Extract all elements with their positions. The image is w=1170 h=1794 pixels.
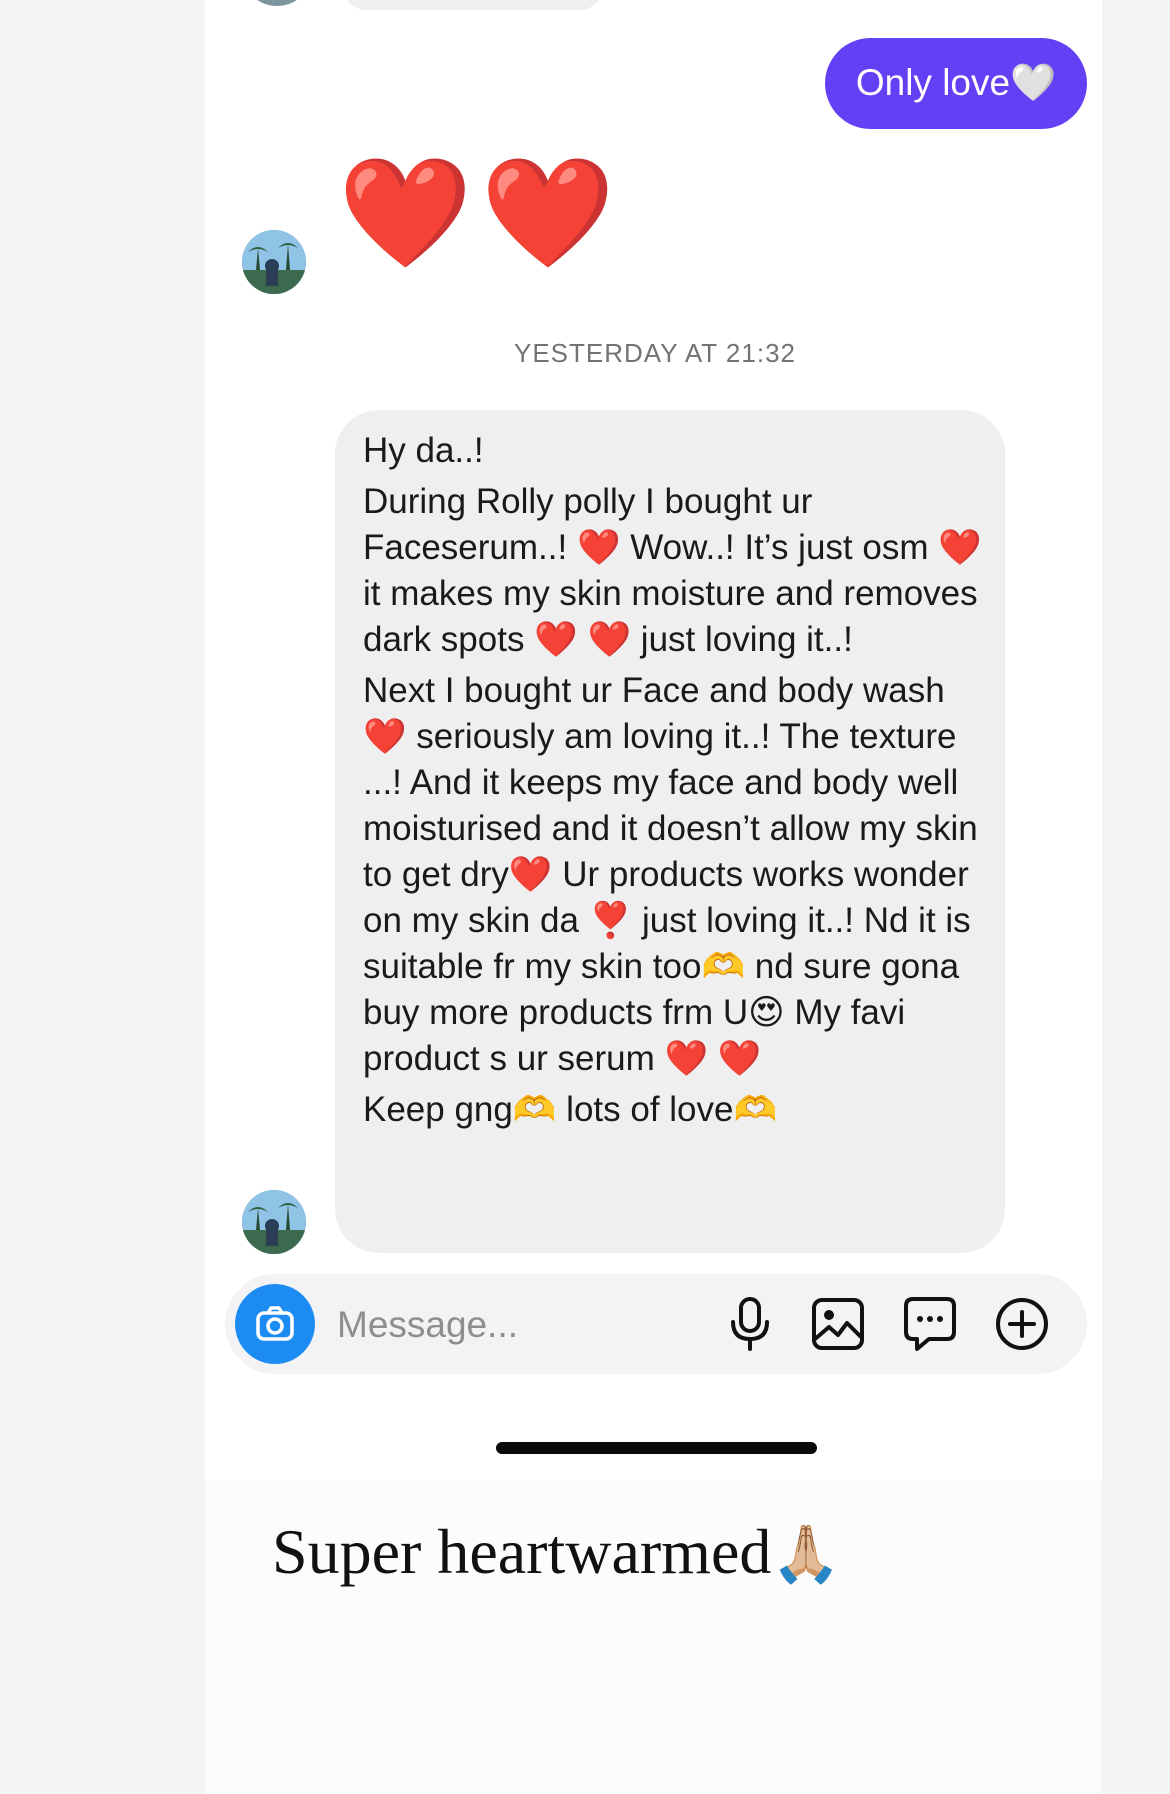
image-icon	[812, 1298, 864, 1350]
message-paragraph: Keep gng🫶 lots of love🫶	[363, 1090, 778, 1129]
gallery-button[interactable]	[808, 1294, 868, 1354]
message-paragraph: Hy da..!	[363, 431, 484, 470]
camera-button[interactable]	[235, 1284, 315, 1364]
microphone-icon	[731, 1297, 769, 1351]
message-timestamp: YESTERDAY AT 21:32	[514, 338, 796, 368]
add-button[interactable]	[992, 1294, 1052, 1354]
avatar-photo	[242, 1190, 306, 1254]
praying-hands-emoji: 🙏🏼	[771, 1522, 842, 1587]
message-paragraph: During Rolly polly I bought ur Faceserum…	[363, 482, 982, 659]
caption-text: Super heartwarmed	[272, 1516, 772, 1587]
left-margin	[0, 0, 205, 1794]
avatar[interactable]	[242, 230, 306, 294]
right-margin	[1102, 0, 1170, 1794]
reaction-hearts[interactable]: ❤️❤️	[338, 160, 623, 268]
avatar-partial	[245, 0, 309, 6]
story-caption: Super heartwarmed🙏🏼	[272, 1515, 841, 1589]
microphone-button[interactable]	[720, 1294, 780, 1354]
sticker-chat-icon	[904, 1297, 956, 1351]
camera-icon	[256, 1306, 294, 1341]
home-indicator	[496, 1442, 817, 1454]
sticker-button[interactable]	[900, 1294, 960, 1354]
previous-message-bubble	[342, 0, 604, 10]
sent-message-text: Only love🤍	[855, 62, 1057, 103]
add-icon	[996, 1298, 1048, 1350]
sent-message-bubble[interactable]: Only love🤍	[825, 38, 1087, 129]
avatar-photo	[242, 230, 306, 294]
message-input[interactable]	[335, 1298, 699, 1352]
avatar[interactable]	[242, 1190, 306, 1254]
message-paragraph: Next I bought ur Face and body wash❤️ se…	[363, 671, 978, 1078]
received-message-text: Hy da..! During Rolly polly I bought ur …	[363, 428, 983, 1138]
